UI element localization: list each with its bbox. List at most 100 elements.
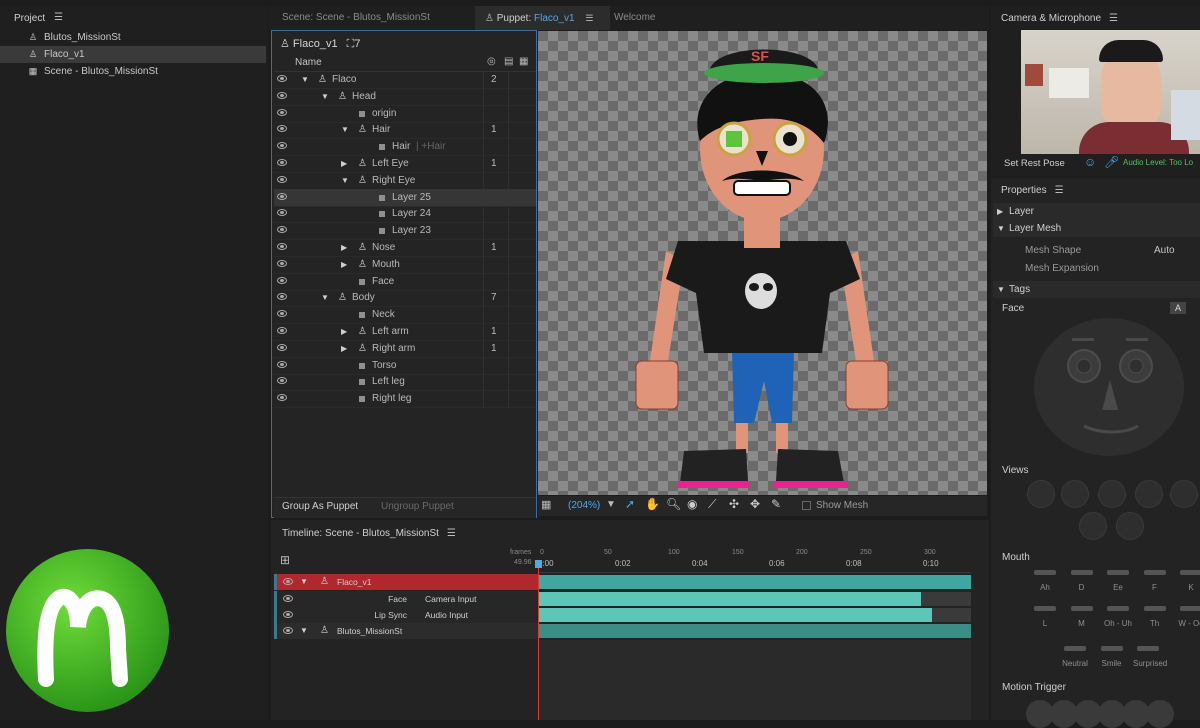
stick-handle-tool-icon[interactable]: ✎ [771, 497, 781, 511]
mouth-shape-button[interactable] [1034, 606, 1056, 611]
visibility-eye-icon[interactable] [277, 343, 287, 351]
project-item-scene[interactable]: ▦ Scene - Blutos_MissionSt [0, 63, 266, 80]
panel-menu-icon[interactable]: ☰ [54, 12, 63, 23]
tree-row[interactable]: Layer 25 [274, 188, 536, 207]
visibility-eye-icon[interactable] [277, 327, 287, 334]
tree-row[interactable]: ▶ ♙ Nose 1 [274, 239, 536, 257]
view-button[interactable] [1098, 480, 1126, 508]
mouth-shape-button[interactable] [1137, 646, 1159, 651]
visibility-eye-icon[interactable] [277, 360, 287, 368]
microphone-icon[interactable]: 🎤︎ [1104, 155, 1119, 169]
visibility-eye-icon[interactable] [277, 91, 287, 99]
tree-row[interactable]: ▶ ♙ Left Eye 1 [274, 155, 536, 173]
visibility-eye-icon[interactable] [277, 175, 287, 183]
mouth-shape-button[interactable] [1070, 606, 1093, 611]
timeline-row[interactable]: ▼ ♙ Flaco_v1 [274, 574, 539, 590]
tree-row[interactable]: Right leg [274, 390, 536, 409]
view-button[interactable] [1079, 512, 1107, 540]
timeline-track-bar[interactable] [538, 575, 971, 589]
timeline-track-bar[interactable] [538, 608, 932, 622]
hand-tool-icon[interactable]: ✋ [645, 497, 660, 511]
select-tool-icon[interactable]: ➚ [625, 497, 635, 511]
visibility-eye-icon[interactable] [277, 259, 287, 267]
checker-toggle-icon[interactable]: ▦ [541, 498, 551, 511]
tree-row[interactable]: ▶ ♙ Right arm 1 [274, 340, 536, 358]
tree-row[interactable]: ▼ ♙ Flaco 2 [274, 71, 536, 89]
tab-puppet[interactable]: ♙ Puppet: Flaco_v1 ☰ [475, 6, 610, 30]
tree-row[interactable]: Layer 24 [274, 205, 536, 224]
visibility-eye-icon[interactable] [283, 578, 293, 585]
tree-row[interactable]: ▶ ♙ Mouth [274, 256, 536, 274]
chevron-right-icon[interactable]: ▶ [341, 155, 347, 172]
visibility-eye-icon[interactable] [277, 159, 287, 166]
visibility-eye-icon[interactable] [277, 209, 287, 217]
zoom-dropdown-icon[interactable]: ▼ [606, 499, 616, 510]
section-layer[interactable]: ▶ Layer [993, 203, 1200, 220]
tree-row[interactable]: ▶ ♙ Left arm 1 [274, 323, 536, 341]
playhead[interactable] [538, 560, 539, 720]
project-item-blutos[interactable]: ♙ Blutos_MissionSt [0, 29, 266, 46]
tree-row[interactable]: Neck [274, 306, 536, 325]
section-layer-mesh[interactable]: ▼ Layer Mesh [993, 220, 1200, 237]
tree-row[interactable]: ▼ ♙ Head [274, 88, 536, 106]
tab-welcome[interactable]: Welcome [604, 6, 694, 30]
show-mesh-checkbox[interactable] [802, 501, 811, 510]
visibility-eye-icon[interactable] [277, 108, 287, 116]
playhead-handle[interactable] [535, 560, 542, 568]
mouth-shape-button[interactable] [1034, 570, 1056, 575]
visibility-eye-icon[interactable] [283, 611, 293, 618]
visibility-eye-icon[interactable] [277, 377, 287, 385]
timeline-row[interactable]: Face Camera Input [274, 591, 539, 607]
view-button[interactable] [1116, 512, 1144, 540]
zoom-tool-icon[interactable]: 🔍︎ [666, 497, 681, 511]
chevron-down-icon[interactable]: ▼ [321, 289, 329, 306]
project-item-flaco[interactable]: ♙ Flaco_v1 [0, 46, 266, 63]
timeline-row[interactable]: Lip Sync Audio Input [274, 607, 539, 623]
group-as-puppet-button[interactable]: Group As Puppet [282, 501, 358, 512]
chevron-down-icon[interactable]: ▼ [321, 88, 329, 105]
tree-row[interactable]: Hair | +Hair [274, 138, 536, 157]
section-tags[interactable]: ▼ Tags [993, 281, 1200, 298]
tree-row[interactable]: Layer 23 [274, 222, 536, 241]
mouth-shape-button[interactable] [1107, 570, 1129, 575]
visibility-eye-icon[interactable] [277, 394, 287, 402]
mouth-shape-button[interactable] [1143, 606, 1166, 611]
zoom-level[interactable]: (204%) [568, 500, 600, 511]
timeline-row[interactable]: ▼ ♙ Blutos_MissionSt [274, 623, 539, 639]
tree-row[interactable]: ▼ ♙ Right Eye [274, 172, 536, 190]
tree-row[interactable]: ▼ ♙ Hair 1 [274, 121, 536, 140]
motion-trigger-button[interactable] [1146, 700, 1174, 728]
chevron-right-icon[interactable]: ▶ [341, 340, 347, 357]
tree-row[interactable]: Face [274, 273, 536, 291]
visibility-eye-icon[interactable] [277, 192, 287, 200]
panel-menu-icon[interactable]: ☰ [585, 6, 593, 30]
chevron-down-icon[interactable]: ▼ [300, 574, 308, 590]
visibility-eye-icon[interactable] [283, 627, 293, 634]
chevron-down-icon[interactable]: ▼ [341, 172, 349, 189]
view-button[interactable] [1027, 480, 1055, 508]
mouth-shape-button[interactable] [1070, 570, 1093, 575]
chevron-down-icon[interactable]: ▼ [301, 71, 309, 88]
timeline-track-bar[interactable] [538, 592, 921, 606]
chevron-down-icon[interactable]: ▼ [300, 623, 308, 639]
mouth-shape-button[interactable] [1180, 570, 1200, 575]
mouth-shape-button[interactable] [1107, 606, 1129, 611]
time-ruler[interactable] [538, 546, 971, 573]
visibility-eye-icon[interactable] [277, 226, 287, 234]
chevron-right-icon[interactable]: ▶ [341, 323, 347, 340]
pin-tool-icon[interactable]: ✣ [729, 497, 739, 511]
visibility-eye-icon[interactable] [283, 595, 293, 602]
chevron-right-icon[interactable]: ▶ [341, 256, 347, 273]
set-rest-pose-button[interactable]: Set Rest Pose [1004, 158, 1065, 169]
timeline-track-bar[interactable] [538, 624, 971, 638]
view-button[interactable] [1170, 480, 1198, 508]
view-button[interactable] [1061, 480, 1089, 508]
tree-row[interactable]: Torso [274, 357, 536, 375]
visibility-eye-icon[interactable] [277, 125, 287, 133]
ungroup-puppet-button[interactable]: Ungroup Puppet [381, 501, 454, 512]
chevron-right-icon[interactable]: ▶ [341, 239, 347, 256]
dragger-tool-icon[interactable]: ✥ [750, 497, 760, 511]
timeline-options-icon[interactable]: ⊞ [280, 553, 290, 567]
face-tag-badge[interactable]: A [1170, 302, 1186, 314]
chevron-down-icon[interactable]: ▼ [341, 121, 349, 138]
